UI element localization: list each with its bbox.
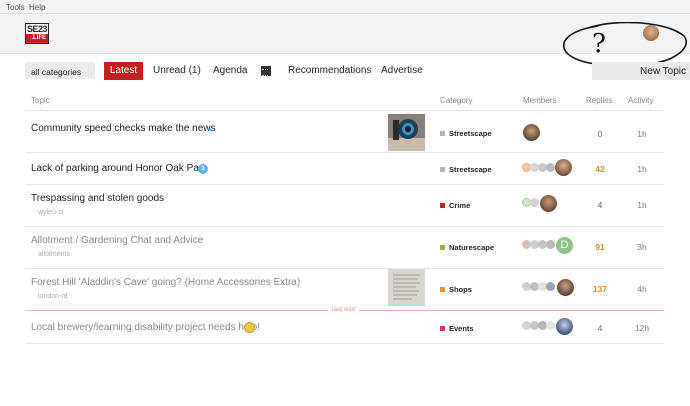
tab-advertise[interactable]: Advertise (381, 65, 423, 76)
category-color-swatch (440, 287, 445, 292)
calendar-icon[interactable] (261, 66, 271, 76)
activity-time[interactable]: 4h (627, 284, 657, 294)
topic-title[interactable]: Allotment / Gardening Chat and Advice (31, 235, 203, 246)
category-color-swatch (440, 203, 445, 208)
member-avatar[interactable] (523, 124, 540, 141)
reply-count: 137 (592, 284, 608, 294)
category-name: Shops (449, 285, 472, 294)
category-color-swatch (440, 131, 445, 136)
member-avatar[interactable] (540, 195, 557, 212)
reply-count: 42 (595, 164, 605, 174)
member-avatar[interactable] (546, 321, 555, 330)
scribble-question-mark: ? (592, 29, 606, 59)
topic-tag[interactable]: london-rd (38, 293, 68, 300)
tab-latest[interactable]: Latest (104, 62, 143, 80)
category-select[interactable]: all categories (25, 62, 95, 79)
topic-nav: all categories Latest Unread (1) Agenda … (0, 62, 690, 80)
activity-time[interactable]: 3h (627, 242, 657, 252)
activity-time[interactable]: 1h (627, 200, 657, 210)
new-topic-dot (208, 128, 211, 131)
new-topic-button[interactable]: New Topic (592, 62, 690, 80)
column-header-topic[interactable]: Topic (31, 96, 50, 105)
activity-time[interactable]: 1h (627, 164, 657, 174)
smile-emoji-icon (244, 322, 255, 333)
category-label[interactable]: Naturescape (440, 243, 494, 252)
topic-title[interactable]: Lack of parking around Honor Oak Park (31, 163, 207, 174)
category-name: Streetscape (449, 165, 492, 174)
tab-unread[interactable]: Unread (1) (153, 65, 201, 76)
tab-agenda[interactable]: Agenda (213, 65, 247, 76)
column-header-members: Members (523, 96, 557, 105)
member-avatar[interactable] (546, 163, 555, 172)
logo-top-text: SE23 (26, 24, 48, 34)
category-name: Crime (449, 201, 471, 210)
table-row[interactable]: Trespassing and stolen goods wyleu-st Cr… (0, 184, 690, 226)
topic-title[interactable]: Forest Hill 'Aladdin's Cave' going? (Hom… (31, 277, 300, 288)
topic-thumbnail[interactable] (388, 114, 425, 151)
category-color-swatch (440, 167, 445, 172)
user-avatar[interactable] (643, 25, 659, 41)
site-header: SE23 .LIFE ? (0, 14, 690, 67)
member-avatar[interactable] (530, 198, 539, 207)
reply-count: 0 (597, 129, 603, 139)
logo-bottom-text: .LIFE (26, 34, 48, 43)
table-row[interactable]: Local brewery/learning disability projec… (0, 311, 690, 343)
category-label[interactable]: Shops (440, 285, 472, 294)
reply-count: 4 (597, 200, 603, 210)
topic-title[interactable]: Community speed checks make the news (31, 123, 216, 134)
divider (25, 343, 664, 344)
table-row[interactable]: Lack of parking around Honor Oak Park 1 … (0, 152, 690, 184)
topic-tag[interactable]: wyleu-st (38, 209, 64, 216)
column-header-replies[interactable]: Replies (586, 96, 613, 105)
reply-count: 4 (597, 323, 603, 333)
column-header-category[interactable]: Category (440, 96, 472, 105)
table-row[interactable]: Allotment / Gardening Chat and Advice al… (0, 226, 690, 268)
column-header-activity[interactable]: Activity (628, 96, 653, 105)
topic-thumbnail[interactable] (388, 269, 425, 306)
menu-bar: Tools Help (0, 0, 690, 14)
member-avatar[interactable] (555, 159, 572, 176)
member-avatar-letter[interactable]: D (556, 237, 573, 254)
activity-time[interactable]: 12h (627, 323, 657, 333)
category-color-swatch (440, 326, 445, 331)
topic-tag[interactable]: allotments (38, 251, 70, 258)
site-logo[interactable]: SE23 .LIFE (25, 23, 49, 44)
category-name: Naturescape (449, 243, 495, 252)
category-label[interactable]: Events (440, 324, 474, 333)
category-name: Streetscape (449, 129, 492, 138)
member-avatar[interactable] (546, 240, 555, 249)
category-name: Events (449, 324, 474, 333)
member-avatar[interactable] (556, 318, 573, 335)
tab-recommendations[interactable]: Recommendations (288, 65, 371, 76)
category-label[interactable]: Crime (440, 201, 470, 210)
reply-count: 91 (595, 242, 605, 252)
category-label[interactable]: Streetscape (440, 129, 492, 138)
activity-time[interactable]: 1h (627, 129, 657, 139)
menu-tools[interactable]: Tools (6, 3, 25, 12)
topic-title[interactable]: Trespassing and stolen goods (31, 193, 164, 204)
topic-title[interactable]: Local brewery/learning disability projec… (31, 322, 260, 333)
unread-count-badge[interactable]: 1 (198, 164, 208, 174)
category-color-swatch (440, 245, 445, 250)
member-avatar[interactable] (546, 282, 555, 291)
table-row[interactable]: Community speed checks make the news Str… (0, 110, 690, 152)
member-avatar[interactable] (557, 279, 574, 296)
table-row[interactable]: Forest Hill 'Aladdin's Cave' going? (Hom… (0, 268, 690, 310)
menu-help[interactable]: Help (29, 3, 45, 12)
category-label[interactable]: Streetscape (440, 165, 492, 174)
